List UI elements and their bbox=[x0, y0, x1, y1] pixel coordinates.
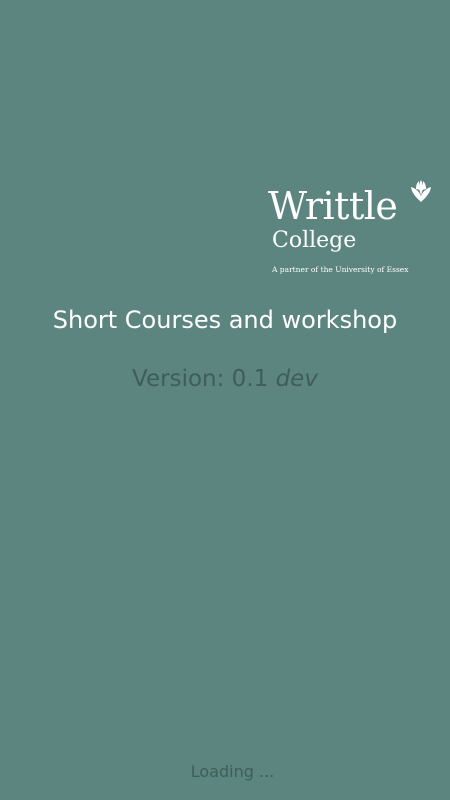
logo-tagline: A partner of the University of Essex bbox=[272, 265, 409, 274]
version-channel: dev bbox=[275, 366, 318, 392]
logo-subtitle: College bbox=[272, 228, 357, 253]
loading-indicator: Loading ... bbox=[190, 762, 275, 781]
splash-screen: Writtle College A partner of the Univers… bbox=[0, 0, 450, 800]
app-title: Short Courses and workshop bbox=[52, 306, 398, 334]
leaf-icon bbox=[411, 180, 431, 202]
version-text: Version: 0.1 dev bbox=[0, 365, 450, 393]
version-number: Version: 0.1 bbox=[132, 366, 269, 392]
writtle-college-logo: Writtle College A partner of the Univers… bbox=[268, 178, 436, 278]
logo-wordmark: Writtle bbox=[268, 184, 398, 228]
